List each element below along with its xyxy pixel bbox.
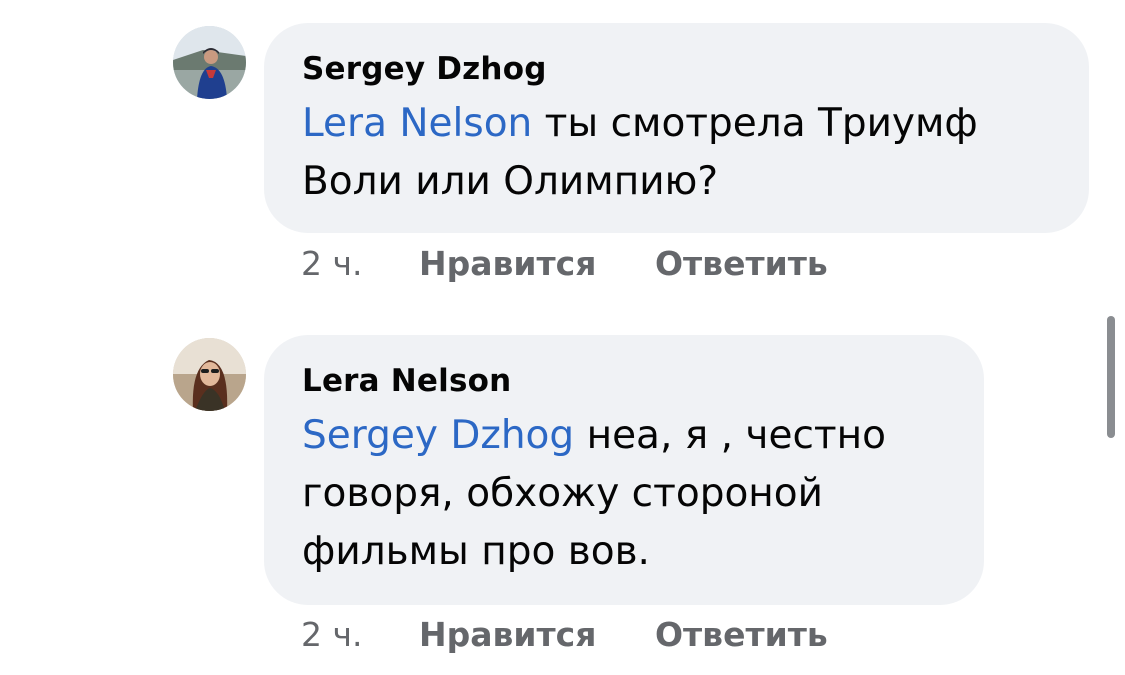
comment-timestamp[interactable]: 2 ч. (301, 615, 419, 655)
avatar-sergey[interactable] (173, 26, 246, 99)
comment-text-line: неа, я , честно (574, 413, 886, 458)
avatar-lera[interactable] (173, 338, 246, 411)
like-button[interactable]: Нравится (419, 615, 655, 655)
comment-text: Sergey Dzhog неа, я , честно говоря, обх… (302, 407, 946, 581)
comment-timestamp[interactable]: 2 ч. (301, 244, 419, 284)
comment-text-line: фильмы про вов. (302, 529, 650, 574)
like-button[interactable]: Нравится (419, 244, 655, 284)
comment-actions: 2 ч. Нравится Ответить (301, 615, 828, 655)
avatar-sergey-image (173, 26, 246, 99)
mention-link[interactable]: Sergey Dzhog (302, 413, 574, 458)
avatar-lera-image (173, 338, 246, 411)
comment-actions: 2 ч. Нравится Ответить (301, 244, 828, 284)
reply-button[interactable]: Ответить (655, 244, 828, 284)
comment-text-line: ты смотрела Триумф (532, 101, 978, 146)
comment-bubble: Lera Nelson Sergey Dzhog неа, я , честно… (264, 335, 984, 605)
comment-text-line: говоря, обхожу стороной (302, 471, 824, 516)
comment-text: Lera Nelson ты смотрела Триумф Воли или … (302, 95, 1051, 211)
reply-button[interactable]: Ответить (655, 615, 828, 655)
mention-link[interactable]: Lera Nelson (302, 101, 532, 146)
scrollbar[interactable] (1107, 316, 1115, 438)
comment-text-line: Воли или Олимпию? (302, 159, 719, 204)
comment-bubble: Sergey Dzhog Lera Nelson ты смотрела Три… (264, 23, 1089, 233)
comment-author[interactable]: Sergey Dzhog (302, 49, 1051, 89)
comment-author[interactable]: Lera Nelson (302, 361, 946, 401)
